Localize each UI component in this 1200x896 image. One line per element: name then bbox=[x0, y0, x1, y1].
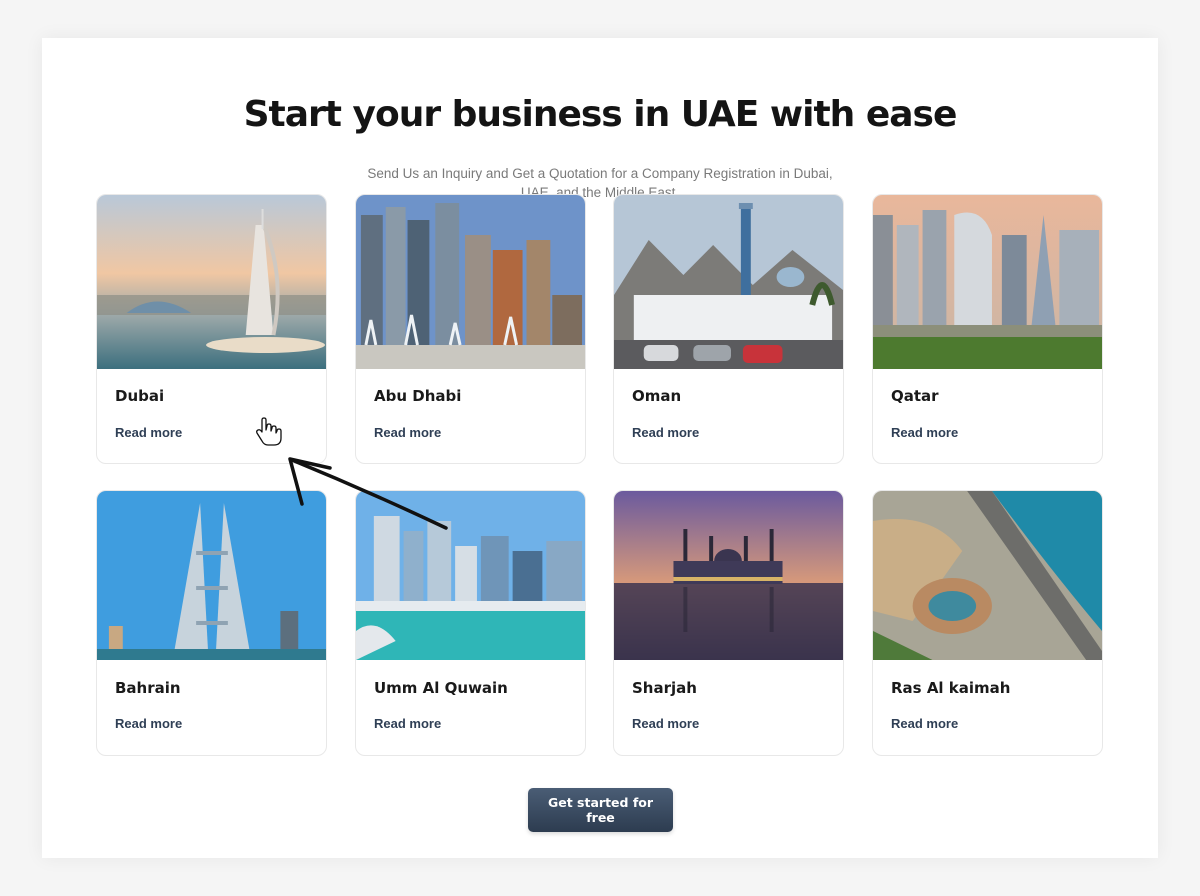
read-more-link[interactable]: Read more bbox=[632, 716, 699, 731]
card-title: Qatar bbox=[891, 387, 939, 405]
card-title: Ras Al kaimah bbox=[891, 679, 1011, 697]
location-card-qatar[interactable]: Qatar Read more bbox=[872, 194, 1103, 464]
read-more-link[interactable]: Read more bbox=[374, 425, 441, 440]
card-title: Abu Dhabi bbox=[374, 387, 462, 405]
read-more-link[interactable]: Read more bbox=[891, 425, 958, 440]
location-card-ras-al-kaimah[interactable]: Ras Al kaimah Read more bbox=[872, 490, 1103, 756]
ras-al-kaimah-image bbox=[873, 491, 1102, 660]
card-title: Bahrain bbox=[115, 679, 181, 697]
location-card-oman[interactable]: Oman Read more bbox=[613, 194, 844, 464]
read-more-link[interactable]: Read more bbox=[891, 716, 958, 731]
card-title: Sharjah bbox=[632, 679, 697, 697]
location-card-sharjah[interactable]: Sharjah Read more bbox=[613, 490, 844, 756]
umm-al-quwain-image bbox=[356, 491, 585, 660]
location-card-abu-dhabi[interactable]: Abu Dhabi Read more bbox=[355, 194, 586, 464]
dubai-image bbox=[97, 195, 326, 369]
location-card-umm-al-quwain[interactable]: Umm Al Quwain Read more bbox=[355, 490, 586, 756]
abu-dhabi-image bbox=[356, 195, 585, 369]
qatar-image bbox=[873, 195, 1102, 369]
read-more-link[interactable]: Read more bbox=[115, 716, 182, 731]
card-title: Oman bbox=[632, 387, 682, 405]
page-title: Start your business in UAE with ease bbox=[243, 94, 958, 135]
sharjah-image bbox=[614, 491, 843, 660]
card-title: Dubai bbox=[115, 387, 165, 405]
read-more-link[interactable]: Read more bbox=[632, 425, 699, 440]
get-started-button[interactable]: Get started for free bbox=[528, 788, 673, 832]
bahrain-image bbox=[97, 491, 326, 660]
read-more-link[interactable]: Read more bbox=[374, 716, 441, 731]
card-title: Umm Al Quwain bbox=[374, 679, 508, 697]
read-more-link[interactable]: Read more bbox=[115, 425, 182, 440]
oman-image bbox=[614, 195, 843, 369]
location-card-bahrain[interactable]: Bahrain Read more bbox=[96, 490, 327, 756]
location-card-dubai[interactable]: Dubai Read more bbox=[96, 194, 327, 464]
